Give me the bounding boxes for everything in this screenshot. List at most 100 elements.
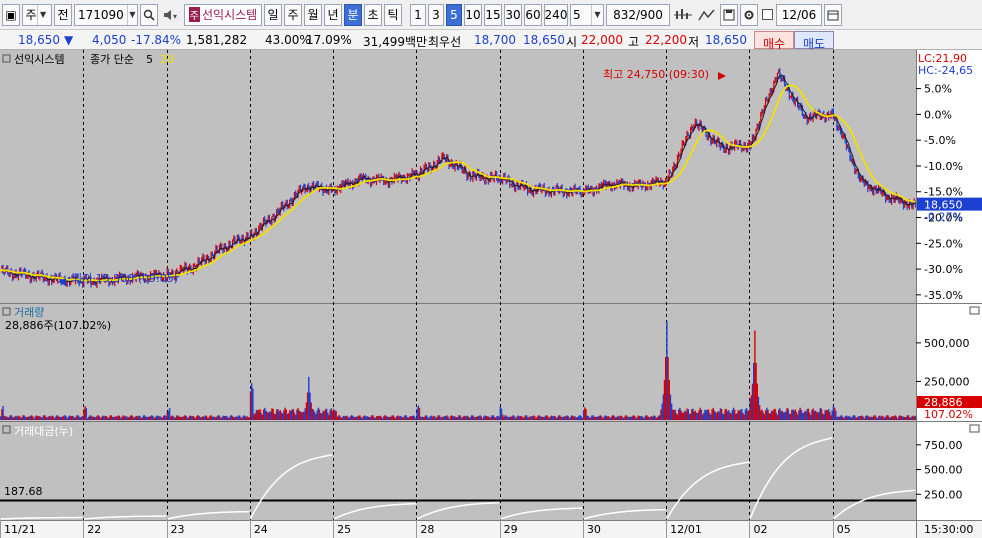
count-field[interactable]: 832/900 bbox=[606, 3, 670, 26]
current-pct-label: -0.27% bbox=[924, 211, 963, 224]
tab-interval-5[interactable]: 5 bbox=[446, 3, 462, 26]
x-tick-label: 12/01 bbox=[670, 523, 702, 536]
best-quote-label: 최우선 bbox=[428, 35, 462, 49]
y-tick-label: 250.00 bbox=[924, 488, 963, 501]
date-checkbox[interactable] bbox=[760, 4, 774, 26]
pane-title: 거래대금(누) bbox=[14, 425, 73, 438]
tab-interval-1[interactable]: 1 bbox=[410, 3, 426, 26]
gear-icon[interactable] bbox=[740, 3, 758, 26]
x-axis-bg bbox=[0, 520, 982, 538]
turnover-rate: 17.09% bbox=[306, 33, 352, 47]
chart-area[interactable]: 11/21 22 23 24 25 28 29 30 12/01 02 05 15:30:00 5.0%… bbox=[0, 50, 982, 538]
stock-badge-icon: 주 bbox=[188, 7, 200, 22]
interval-tabs: 1 3 5 10 15 30 60 240 bbox=[408, 3, 568, 26]
sell-button[interactable]: 매도 bbox=[794, 31, 834, 51]
y-tick-label: -5.0% bbox=[924, 134, 956, 147]
low-price: 18,650 bbox=[705, 33, 747, 47]
speaker-icon[interactable]: ▾ bbox=[160, 4, 182, 26]
x-tick-label: 23 bbox=[171, 523, 185, 536]
window-icon[interactable]: ▣ bbox=[2, 3, 20, 26]
tab-period-5[interactable]: 초 bbox=[364, 3, 382, 26]
chevron-down-icon: ▼ bbox=[591, 4, 603, 25]
date-value: 12/06 bbox=[781, 7, 817, 22]
high-label: 고 bbox=[628, 35, 640, 49]
tab-interval-10[interactable]: 10 bbox=[464, 3, 482, 26]
y-tick-label: -15.0% bbox=[924, 186, 963, 199]
price-pane-bg bbox=[0, 50, 916, 303]
tab-period-1[interactable]: 주 bbox=[284, 3, 302, 26]
drawing-icon[interactable] bbox=[696, 4, 718, 26]
y-tick-label: 0.0% bbox=[924, 108, 952, 121]
quote-bar: 18,650 ▼ 4,050 -17.84% 1,581,282 43.00% … bbox=[0, 30, 982, 51]
volume-bar bbox=[914, 415, 917, 420]
ma-short-label: 5 bbox=[146, 53, 153, 66]
y-tick-label: 250,000 bbox=[924, 375, 970, 388]
save-icon[interactable] bbox=[720, 3, 738, 26]
chevron-down-icon: ▼ bbox=[36, 4, 49, 25]
y-tick-label: -35.0% bbox=[924, 289, 963, 302]
search-icon[interactable] bbox=[140, 3, 158, 26]
x-tick-label: 11/21 bbox=[4, 523, 36, 536]
calendar-icon[interactable] bbox=[824, 3, 842, 26]
pane-title: 선익시스템 bbox=[14, 53, 65, 66]
market-select[interactable]: 주 ▼ bbox=[22, 3, 52, 26]
current-volume-pct: 107.02% bbox=[924, 408, 973, 421]
pane-title: 거래량 bbox=[14, 306, 44, 319]
tab-period-2[interactable]: 월 bbox=[304, 3, 322, 26]
y-tick-label: -30.0% bbox=[924, 263, 963, 276]
amount-pane-bg bbox=[0, 422, 916, 520]
prev-label: 전 bbox=[57, 8, 69, 22]
tab-interval-3[interactable]: 3 bbox=[428, 3, 444, 26]
low-annotation: 최저 15,300 (09:05) bbox=[72, 272, 178, 285]
x-time-label: 15:30:00 bbox=[924, 523, 973, 536]
chart-tools-icon[interactable] bbox=[672, 4, 694, 26]
market-label: 주 bbox=[25, 8, 37, 22]
x-tick-label: 22 bbox=[87, 523, 101, 536]
change-value: 4,050 bbox=[92, 33, 127, 47]
x-tick-label: 25 bbox=[337, 523, 351, 536]
y-tick-label: 750.00 bbox=[924, 439, 963, 452]
change-pct: -17.84% bbox=[131, 33, 182, 47]
tab-period-3[interactable]: 년 bbox=[324, 3, 342, 26]
ma-long-label: 20 bbox=[160, 53, 174, 66]
interval-select[interactable]: 5 ▼ bbox=[570, 3, 604, 26]
indicator-label: 종가 단순 bbox=[90, 53, 134, 66]
x-tick-label: 29 bbox=[504, 523, 518, 536]
count-value: 832/900 bbox=[613, 7, 663, 22]
best-bid: 18,650 bbox=[523, 33, 565, 47]
amount-ref-label: 187.68 bbox=[4, 485, 43, 498]
y-tick-label: 500,000 bbox=[924, 337, 970, 350]
volume-value-label: 28,886주(107.02%) bbox=[5, 319, 111, 332]
stock-name-label: 선익시스템 bbox=[202, 8, 258, 22]
stock-name[interactable]: 주 선익시스템 bbox=[184, 3, 262, 26]
code-input[interactable] bbox=[75, 7, 127, 22]
buy-button[interactable]: 매수 bbox=[754, 31, 794, 51]
pane-close-icon[interactable] bbox=[969, 306, 980, 315]
tab-interval-15[interactable]: 15 bbox=[484, 3, 502, 26]
tab-period-4[interactable]: 분 bbox=[344, 3, 362, 26]
best-ask: 18,700 bbox=[474, 33, 516, 47]
open-price: 22,000 bbox=[581, 33, 623, 47]
tab-period-6[interactable]: 틱 bbox=[384, 3, 402, 26]
x-tick-label: 02 bbox=[753, 523, 767, 536]
date-field[interactable]: 12/06 bbox=[776, 3, 822, 26]
tab-period-0[interactable]: 일 bbox=[264, 3, 282, 26]
open-label: 시 bbox=[566, 35, 578, 49]
volume-value: 1,581,282 bbox=[186, 33, 248, 47]
y-tick-label: -10.0% bbox=[924, 160, 963, 173]
volume-ratio: 43.00% bbox=[265, 33, 311, 47]
code-input-box[interactable]: ▼ bbox=[74, 3, 138, 26]
tab-interval-60[interactable]: 60 bbox=[524, 3, 542, 26]
y-tick-label: 5.0% bbox=[924, 83, 952, 96]
tab-interval-30[interactable]: 30 bbox=[504, 3, 522, 26]
prev-button[interactable]: 전 bbox=[54, 3, 72, 26]
svg-text:▾: ▾ bbox=[173, 12, 177, 21]
y-tick-label: -25.0% bbox=[924, 237, 963, 250]
low-label: 저 bbox=[688, 35, 700, 49]
change-arrow: ▼ bbox=[64, 33, 74, 47]
pane-close-icon[interactable] bbox=[969, 424, 980, 433]
tab-interval-240[interactable]: 240 bbox=[544, 3, 568, 26]
x-tick-label: 28 bbox=[420, 523, 434, 536]
volume-pane-bg bbox=[0, 304, 916, 421]
y-tick-label: 500.00 bbox=[924, 464, 963, 477]
